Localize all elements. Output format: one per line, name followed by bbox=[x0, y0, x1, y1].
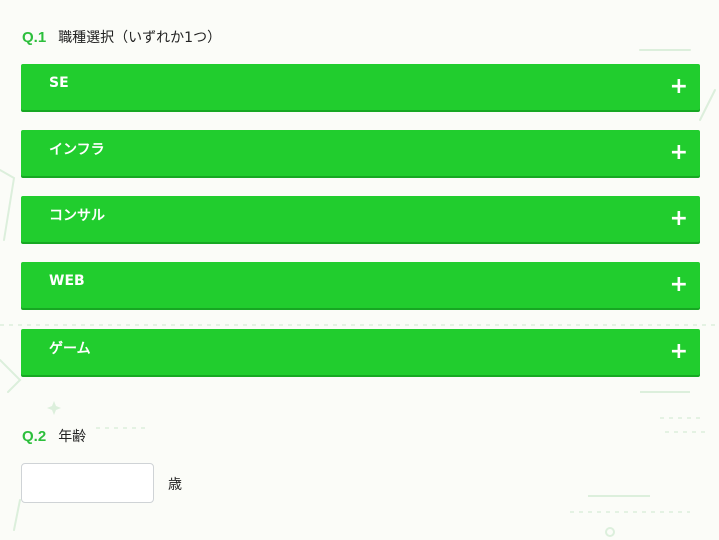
question-1-title: 職種選択（いずれか1つ） bbox=[58, 30, 222, 46]
question-2-title: 年齢 bbox=[58, 429, 87, 445]
plus-icon[interactable]: + bbox=[670, 341, 688, 363]
accordion-se[interactable]: SE + bbox=[21, 64, 700, 110]
accordion-consulting[interactable]: コンサル + bbox=[21, 196, 700, 242]
plus-icon[interactable]: + bbox=[670, 142, 688, 164]
plus-icon[interactable]: + bbox=[670, 208, 688, 230]
age-unit-label: 歳 bbox=[168, 477, 182, 493]
accordion-infra[interactable]: インフラ + bbox=[21, 130, 700, 176]
plus-icon[interactable]: + bbox=[670, 274, 688, 296]
accordion-label: ゲーム bbox=[49, 341, 91, 357]
accordion-web[interactable]: WEB + bbox=[21, 262, 700, 308]
plus-icon[interactable]: + bbox=[670, 76, 688, 98]
accordion-label: コンサル bbox=[49, 208, 105, 224]
question-2-heading: Q.2 年齢 bbox=[22, 426, 86, 446]
accordion-game[interactable]: ゲーム + bbox=[21, 329, 700, 375]
accordion-label: インフラ bbox=[49, 142, 105, 158]
question-2-number: Q.2 bbox=[22, 427, 47, 445]
accordion-label: WEB bbox=[49, 273, 85, 289]
question-1-number: Q.1 bbox=[22, 28, 47, 46]
question-1-heading: Q.1 職種選択（いずれか1つ） bbox=[22, 27, 221, 47]
age-input[interactable] bbox=[21, 463, 154, 503]
accordion-label: SE bbox=[49, 75, 69, 91]
